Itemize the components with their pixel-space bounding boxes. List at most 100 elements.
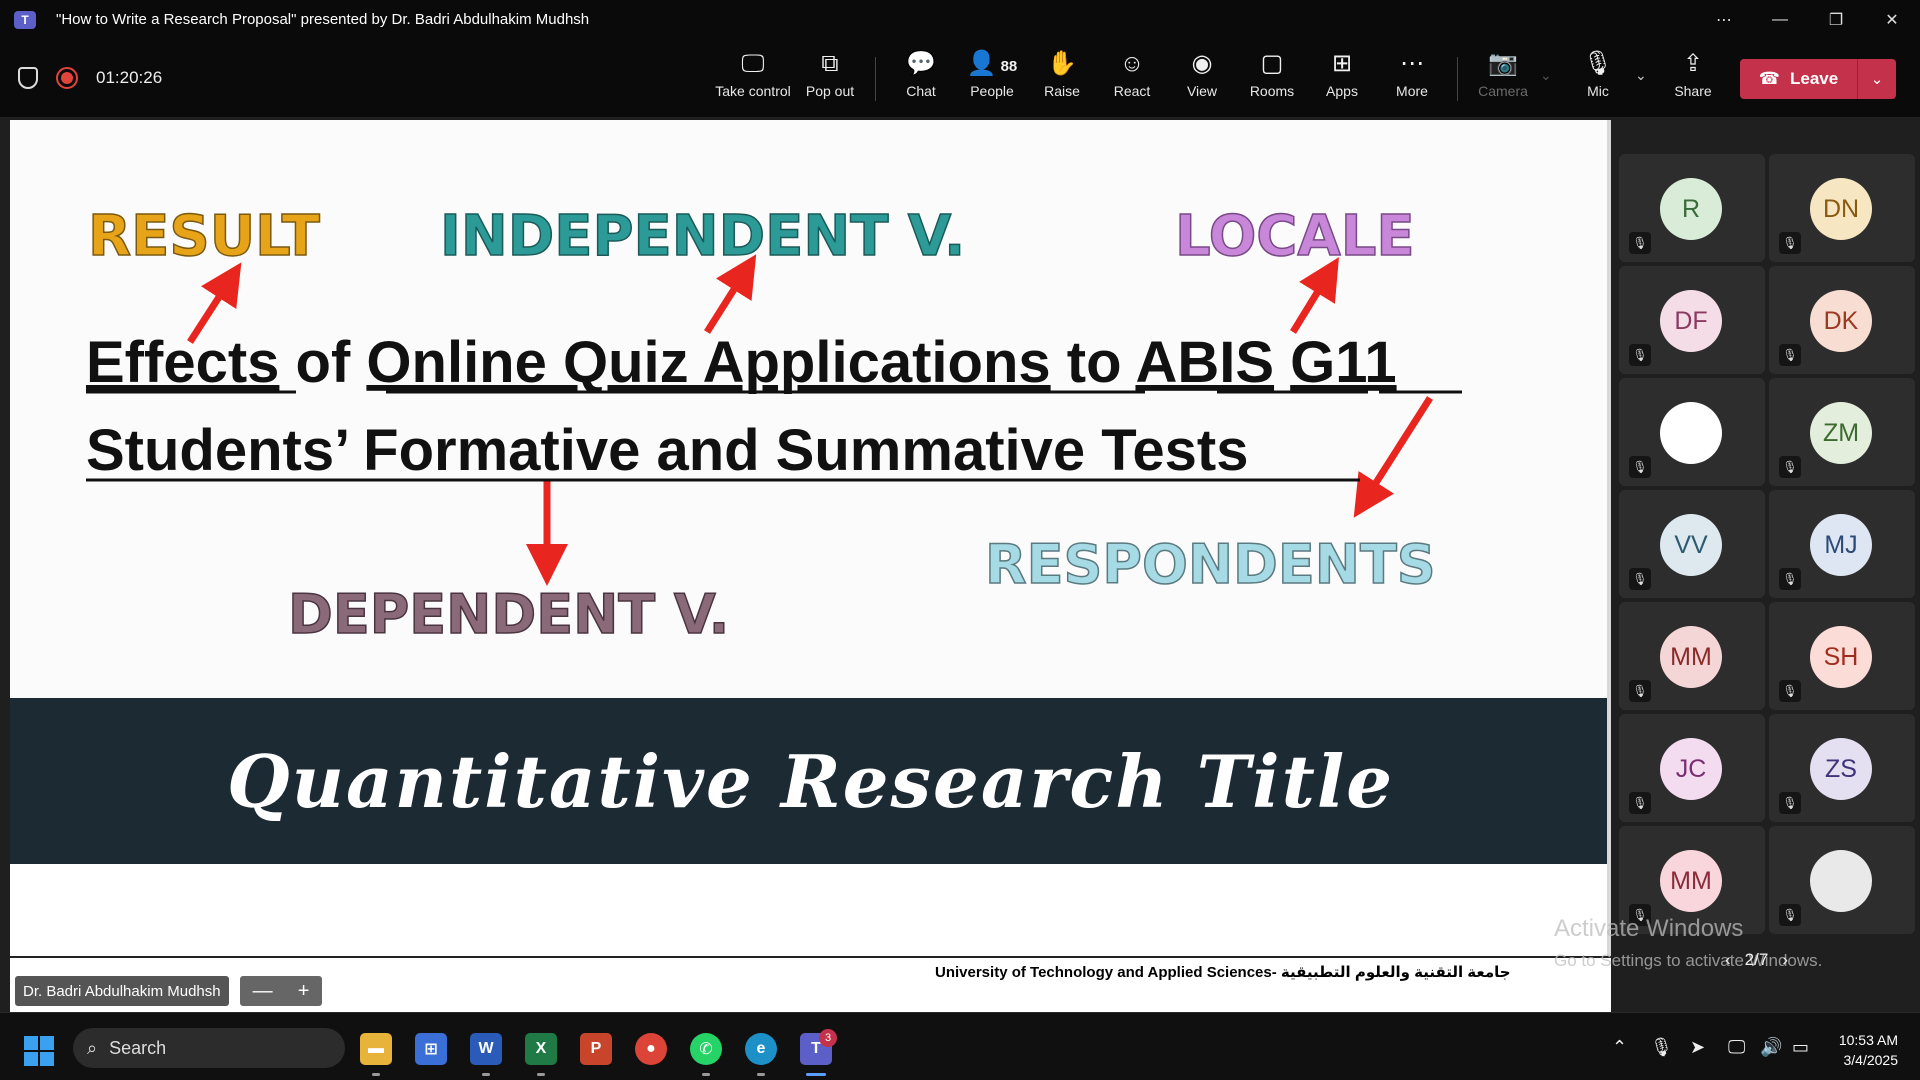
participant-tile[interactable]: MJ 🎙 bbox=[1769, 490, 1915, 598]
toolbar-divider bbox=[1457, 57, 1458, 101]
raise-label: Raise bbox=[1044, 83, 1080, 99]
running-indicator bbox=[757, 1073, 765, 1076]
participant-tile[interactable]: SH 🎙 bbox=[1769, 602, 1915, 710]
tray-mic-off-icon[interactable]: 🎙 bbox=[1650, 1037, 1673, 1058]
close-button[interactable]: ✕ bbox=[1864, 0, 1920, 39]
mic-off-icon: 🎙 bbox=[1779, 680, 1801, 702]
chevron-left-icon[interactable]: ‹ bbox=[1725, 950, 1731, 970]
arrow-to-respondents bbox=[1353, 396, 1433, 518]
arrow-to-independent bbox=[704, 254, 757, 334]
camera-options-chevron-icon[interactable]: ⌄ bbox=[1540, 67, 1552, 84]
share-icon: ⇪ bbox=[1682, 50, 1704, 77]
smiley-icon: ☺ bbox=[1119, 50, 1145, 77]
pop-out-button[interactable]: ⧉ Pop out bbox=[795, 49, 865, 109]
participant-tile[interactable]: ZM 🎙 bbox=[1769, 378, 1915, 486]
participant-tile[interactable]: DF 🎙 bbox=[1619, 266, 1765, 374]
tray-battery-icon[interactable]: ▭ bbox=[1792, 1037, 1809, 1058]
slide-graphic: RESULT INDEPENDENT V. LOCALE RESPONDENTS… bbox=[86, 203, 1462, 647]
running-indicator bbox=[372, 1073, 380, 1076]
microsoft-store-icon[interactable]: ⊞ bbox=[415, 1033, 447, 1065]
mic-off-icon: 🎙 bbox=[1779, 344, 1801, 366]
windows-start-icon[interactable] bbox=[24, 1036, 54, 1066]
camera-button[interactable]: 📷 Camera bbox=[1468, 49, 1538, 109]
chat-button[interactable]: 💬 Chat bbox=[886, 49, 956, 109]
mic-options-chevron-icon[interactable]: ⌄ bbox=[1635, 67, 1647, 84]
avatar: DN bbox=[1810, 178, 1872, 240]
meeting-toolbar: 01:20:26 🖵 Take control ⧉ Pop out 💬 Chat… bbox=[0, 39, 1920, 117]
participant-tile[interactable]: R 🎙 bbox=[1619, 154, 1765, 262]
running-indicator bbox=[702, 1073, 710, 1076]
zoom-in-button[interactable]: + bbox=[298, 980, 310, 1003]
avatar: DK bbox=[1810, 290, 1872, 352]
slide-subtitle: Quantitative Research Title bbox=[226, 738, 1395, 824]
mic-label: Mic bbox=[1587, 83, 1609, 99]
mic-off-icon: 🎙 bbox=[1629, 792, 1651, 814]
restore-button[interactable]: ❐ bbox=[1808, 0, 1864, 39]
window-controls: ⋯ — ❐ ✕ bbox=[1696, 0, 1920, 39]
take-control-button[interactable]: 🖵 Take control bbox=[715, 49, 790, 109]
excel-icon[interactable]: X bbox=[525, 1033, 557, 1065]
taskbar-clock[interactable]: 10:53 AM 3/4/2025 bbox=[1818, 1030, 1898, 1070]
participant-tile[interactable]: 🎙 bbox=[1769, 826, 1915, 934]
participant-tile[interactable]: MM 🎙 bbox=[1619, 602, 1765, 710]
tray-location-icon[interactable]: ➤ bbox=[1690, 1037, 1705, 1058]
zoom-out-button[interactable]: — bbox=[253, 980, 273, 1003]
more-button[interactable]: ⋯ More bbox=[1377, 49, 1447, 109]
avatar: ZM bbox=[1810, 402, 1872, 464]
apps-button[interactable]: ⊞ Apps bbox=[1307, 49, 1377, 109]
gallery-pager: ‹ 2/7 › bbox=[1725, 950, 1788, 970]
tray-network-icon[interactable]: 🖵 bbox=[1728, 1037, 1745, 1058]
search-placeholder: Search bbox=[109, 1037, 167, 1058]
apps-icon: ⊞ bbox=[1331, 50, 1353, 77]
clock-time: 10:53 AM bbox=[1838, 1032, 1898, 1048]
mic-off-icon: 🎙 bbox=[1582, 50, 1614, 77]
shield-icon[interactable] bbox=[18, 67, 38, 89]
participant-tile[interactable]: VV 🎙 bbox=[1619, 490, 1765, 598]
chrome-icon[interactable]: ● bbox=[635, 1033, 667, 1065]
chat-icon: 💬 bbox=[906, 50, 936, 77]
file-explorer-icon[interactable]: ▬ bbox=[360, 1033, 392, 1065]
people-button[interactable]: 👤 88 People bbox=[957, 49, 1027, 109]
participant-tile[interactable]: DK 🎙 bbox=[1769, 266, 1915, 374]
whatsapp-icon[interactable]: ✆ bbox=[690, 1033, 722, 1065]
share-button[interactable]: ⇪ Share bbox=[1658, 49, 1728, 109]
title-word-to: to bbox=[1067, 330, 1122, 395]
avatar: JC bbox=[1660, 738, 1722, 800]
activate-windows-title: Activate Windows bbox=[1554, 915, 1744, 942]
view-button[interactable]: ◉ View bbox=[1167, 49, 1237, 109]
more-options-icon[interactable]: ⋯ bbox=[1696, 0, 1752, 39]
tray-chevron-up-icon[interactable]: ⌃ bbox=[1612, 1037, 1627, 1058]
mic-off-icon: 🎙 bbox=[1779, 456, 1801, 478]
label-dependent: DEPENDENT V. bbox=[288, 583, 729, 646]
title-line-1: Effects of Online Quiz Applications to A… bbox=[86, 330, 1397, 395]
participant-tile[interactable]: 🎙 bbox=[1619, 378, 1765, 486]
rooms-button[interactable]: ▢ Rooms bbox=[1237, 49, 1307, 109]
leave-options-chevron-icon[interactable]: ⌄ bbox=[1858, 70, 1896, 88]
edge-icon[interactable]: e bbox=[745, 1033, 777, 1065]
leave-main[interactable]: ☎ Leave bbox=[1740, 59, 1858, 99]
react-button[interactable]: ☺ React bbox=[1097, 49, 1167, 109]
participant-tile[interactable]: JC 🎙 bbox=[1619, 714, 1765, 822]
title-word-effects: Effects bbox=[86, 330, 279, 395]
meeting-timer: 01:20:26 bbox=[96, 68, 163, 87]
avatar bbox=[1660, 402, 1722, 464]
mic-button[interactable]: 🎙 Mic bbox=[1563, 49, 1633, 109]
mic-off-icon: 🎙 bbox=[1779, 904, 1801, 926]
tray-volume-icon[interactable]: 🔊 bbox=[1760, 1037, 1782, 1058]
avatar: MJ bbox=[1810, 514, 1872, 576]
toolbar-divider bbox=[875, 57, 876, 101]
powerpoint-icon[interactable]: P bbox=[580, 1033, 612, 1065]
mic-off-icon: 🎙 bbox=[1629, 568, 1651, 590]
title-line-2: Students’ Formative and Summative Tests bbox=[86, 418, 1248, 483]
leave-button[interactable]: ☎ Leave ⌄ bbox=[1740, 59, 1896, 99]
chevron-right-icon[interactable]: › bbox=[1782, 950, 1788, 970]
camera-off-icon: 📷 bbox=[1488, 50, 1518, 77]
minimize-button[interactable]: — bbox=[1752, 0, 1808, 39]
shared-screen: RESULT INDEPENDENT V. LOCALE RESPONDENTS… bbox=[10, 120, 1611, 960]
participant-tile[interactable]: DN 🎙 bbox=[1769, 154, 1915, 262]
word-icon[interactable]: W bbox=[470, 1033, 502, 1065]
taskbar-search[interactable]: ⌕ Search bbox=[73, 1028, 345, 1068]
participant-tile[interactable]: ZS 🎙 bbox=[1769, 714, 1915, 822]
people-icon: 👤 88 bbox=[966, 50, 1018, 77]
raise-hand-button[interactable]: ✋ Raise bbox=[1027, 49, 1097, 109]
